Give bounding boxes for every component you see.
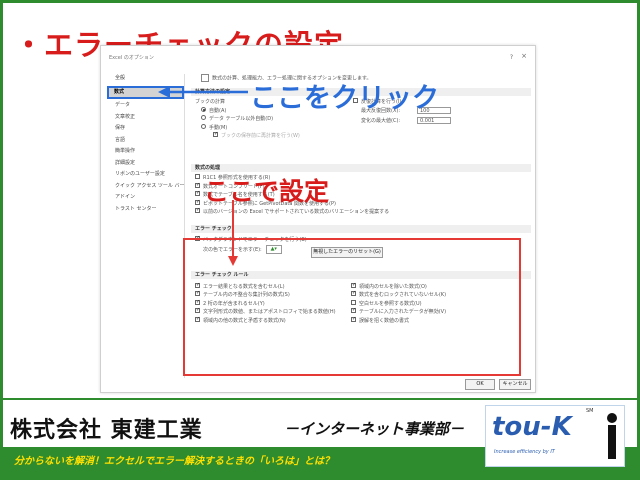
set-here-annotation: ここで設定 <box>204 177 330 206</box>
logo-sm-mark: SM <box>586 408 594 414</box>
tagline: 分からないを解消！エクセルでエラー解決するときの「いろは」とは？ <box>14 456 334 467</box>
person-icon <box>607 413 617 459</box>
settings-arrow <box>228 200 238 266</box>
company-name: 株式会社 東建工業 <box>10 418 203 443</box>
click-arrow <box>158 86 248 98</box>
footer-divider <box>3 398 637 400</box>
click-here-annotation: ここをクリック <box>250 83 439 114</box>
logo-subtitle: Increase efficiency by IT <box>494 449 555 455</box>
logo-text: tou-K <box>492 412 572 442</box>
company-logo: tou-K SM Increase efficiency by IT <box>485 405 625 467</box>
department-name: －インターネット事業部－ <box>284 420 465 438</box>
